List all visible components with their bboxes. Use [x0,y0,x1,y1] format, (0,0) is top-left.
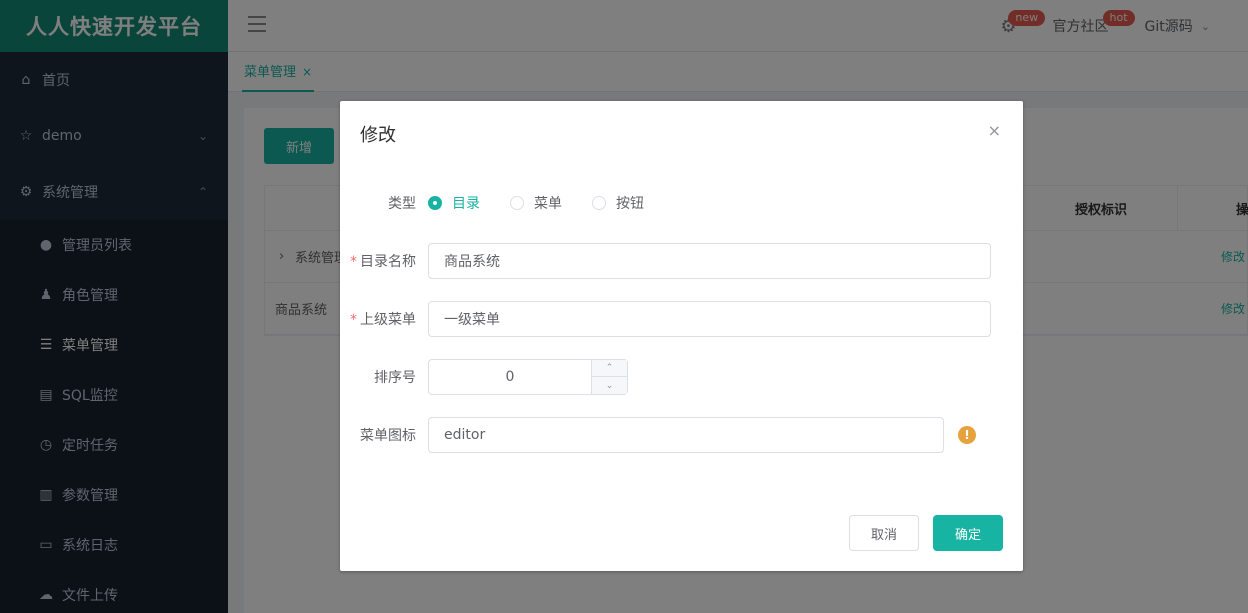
parent-label: * 上级菜单 [350,312,416,328]
icon-label: 菜单图标 [360,428,416,444]
confirm-button[interactable]: 确定 [933,515,1003,551]
edit-dialog: 修改 × 类型 目录 菜单 按钮 * 目录名称 商品系统 * 上级菜单 一级菜单 排… [340,101,1023,571]
radio-button[interactable]: 按钮 [592,193,644,213]
dialog-title: 修改 [360,125,396,146]
radio-menu[interactable]: 菜单 [510,193,562,213]
close-icon[interactable]: × [988,121,1001,140]
radio-label: 按钮 [616,196,644,212]
radio-label: 目录 [452,196,480,212]
name-row: * 目录名称 商品系统 [340,243,1023,279]
radio-circle [592,196,606,210]
icon-input[interactable]: editor [428,417,944,453]
icon-row: 菜单图标 editor ! [340,417,1023,453]
cancel-button[interactable]: 取消 [849,515,919,551]
decrement-icon[interactable]: ⌄ [592,377,627,394]
name-input[interactable]: 商品系统 [428,243,991,279]
stepper-controls: ⌃ ⌄ [591,360,627,394]
type-row: 类型 目录 菜单 按钮 [340,193,1023,213]
order-label: 排序号 [374,370,416,386]
order-value: 0 [505,369,515,385]
radio-circle [510,196,524,210]
parent-row: * 上级菜单 一级菜单 [340,301,1023,337]
name-label: * 目录名称 [350,254,416,270]
order-stepper[interactable]: 0 ⌃ ⌄ [428,359,628,395]
radio-circle [428,196,442,210]
parent-menu-input[interactable]: 一级菜单 [428,301,991,337]
type-label: 类型 [388,196,416,212]
increment-icon[interactable]: ⌃ [592,360,627,377]
warning-icon[interactable]: ! [958,426,976,444]
radio-label: 菜单 [534,196,562,212]
radio-directory[interactable]: 目录 [428,193,480,213]
order-row: 排序号 0 ⌃ ⌄ [340,359,1023,395]
